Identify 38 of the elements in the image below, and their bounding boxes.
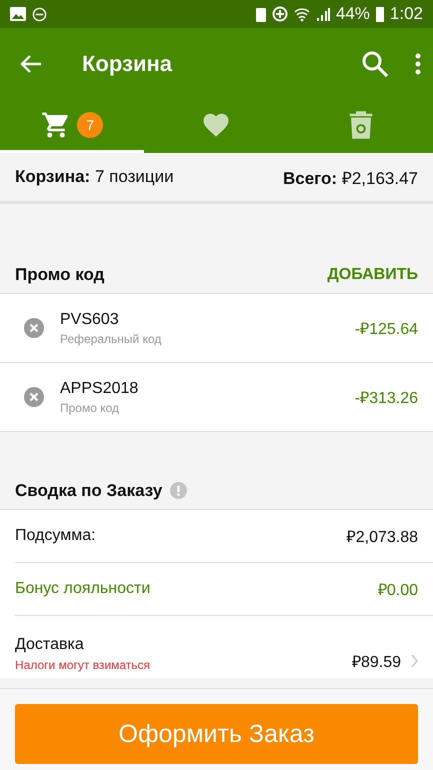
section-title: Промо код [15,264,104,284]
promo-code: PVS603 [60,310,120,328]
row-value: ₽2,073.88 [346,528,418,547]
promo-code: APPS2018 [60,380,140,398]
code-type: Промо код [60,400,120,414]
add-button[interactable]: ДОБАВИТЬ [327,266,418,284]
battery-saver-icon [256,6,266,22]
more-options-icon[interactable] [415,53,421,75]
chevron-icon[interactable] [411,654,418,668]
section-title: Сводка по Заказу [15,480,162,500]
screen-title: Корзина [82,51,174,77]
search-icon[interactable] [361,50,389,78]
battery-percent: 44% [336,4,370,24]
count-badge: 7 [77,112,104,138]
signal-icon [316,7,330,21]
image-icon [10,7,26,21]
battery-icon [376,6,384,22]
row-value: ₽89.59 [352,653,401,672]
row-label: Бонус лояльности [15,580,150,598]
discount-amount: -₽313.26 [354,389,418,408]
back-arrow-icon[interactable] [20,54,42,74]
code-type: Реферальный код [60,332,162,346]
remove-icon[interactable] [24,387,44,407]
discount-amount: -₽125.64 [354,320,418,339]
row-label: Подсумма: [15,527,96,545]
cart-total: Всего: ₽2,163.47 [283,168,418,188]
wifi-icon [294,6,310,22]
clock: 1:02 [390,4,423,24]
recycle-bin-icon [348,110,374,140]
row-value: ₽0.00 [378,581,418,600]
remove-icon[interactable] [24,318,44,338]
checkout-button[interactable]: Оформить Заказ [15,704,418,764]
tax-note: Налоги могут взиматься [15,658,150,672]
data-saver-icon [272,6,288,22]
row-label: Доставка [15,636,85,654]
cart-count: Корзина: 7 позиции [15,167,174,187]
info-icon[interactable] [170,482,188,499]
do-not-disturb-icon [32,6,47,22]
